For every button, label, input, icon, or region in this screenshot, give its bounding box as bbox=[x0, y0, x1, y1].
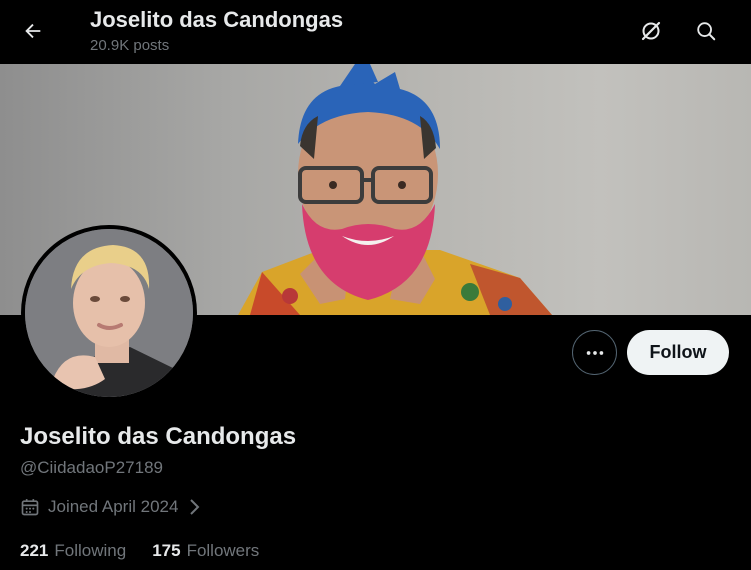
avatar-photo bbox=[25, 229, 193, 397]
following-count: 221 bbox=[20, 541, 49, 560]
chevron-right-icon bbox=[190, 499, 200, 515]
calendar-icon bbox=[21, 499, 39, 516]
header-title: Joselito das Candongas bbox=[90, 7, 344, 32]
user-handle: @CiidadaoP27189 bbox=[20, 458, 163, 477]
followers-count: 175 bbox=[152, 541, 181, 560]
arrow-left-icon bbox=[25, 23, 41, 39]
search-button[interactable] bbox=[688, 13, 724, 49]
following-label: Following bbox=[54, 541, 127, 560]
grok-icon bbox=[641, 21, 661, 41]
top-bar: Joselito das Candongas 20.9K posts bbox=[0, 0, 751, 64]
display-name: Joselito das Candongas bbox=[20, 423, 297, 450]
joined-label: Joined April 2024 bbox=[48, 497, 179, 516]
posts-count: 20.9K posts bbox=[90, 37, 170, 54]
search-icon bbox=[697, 22, 716, 41]
joined-date[interactable]: Joined April 2024 bbox=[20, 495, 202, 519]
followers-label: Followers bbox=[186, 541, 260, 560]
follow-stats: 221 Following 175 Followers bbox=[20, 540, 259, 562]
back-button[interactable] bbox=[14, 12, 52, 50]
profile-avatar[interactable] bbox=[21, 225, 197, 401]
more-dots-icon bbox=[586, 350, 603, 355]
followers-link[interactable]: 175 Followers bbox=[152, 540, 259, 562]
follow-button[interactable]: Follow bbox=[627, 330, 729, 375]
header-title-block: Joselito das Candongas 20.9K posts bbox=[90, 6, 343, 56]
following-link[interactable]: 221 Following bbox=[20, 540, 126, 562]
grok-button[interactable] bbox=[633, 13, 669, 49]
more-options-button[interactable] bbox=[572, 330, 617, 375]
